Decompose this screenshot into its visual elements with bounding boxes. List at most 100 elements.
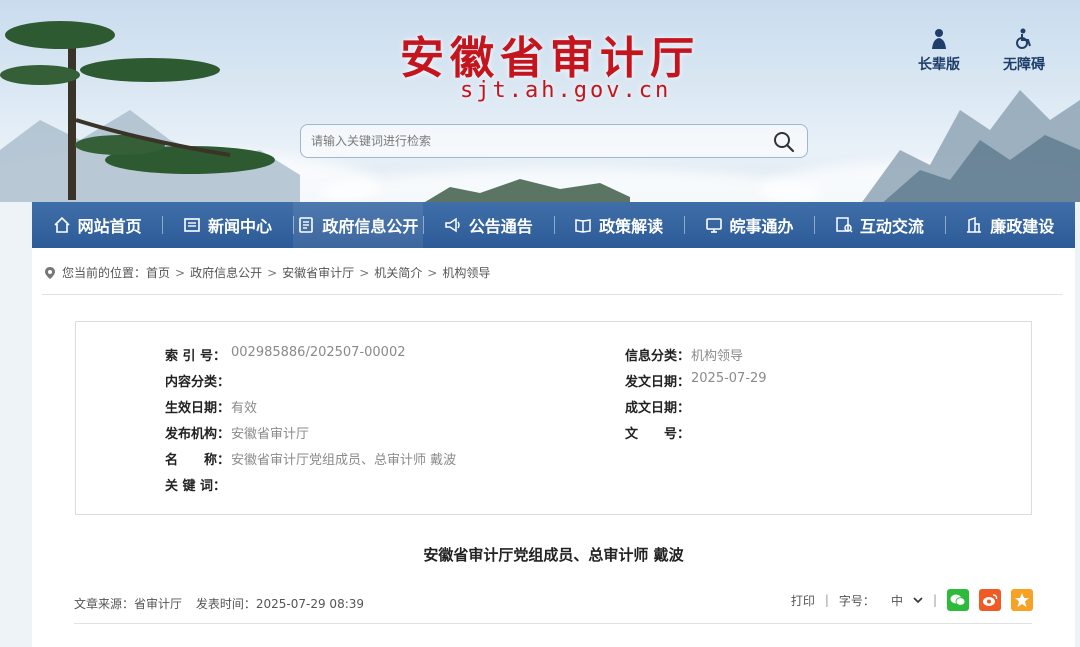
search-icon[interactable] — [773, 131, 795, 153]
breadcrumb-department[interactable]: 安徽省审计厅 — [282, 264, 354, 281]
breadcrumb-intro[interactable]: 机关简介 — [374, 264, 422, 281]
info-category-row: 信息分类： 机构领导 — [625, 345, 743, 364]
favorite-button[interactable] — [1011, 589, 1033, 611]
nav-item-services[interactable]: 皖事通办 — [683, 202, 814, 248]
publisher-value: 安徽省审计厅 — [231, 427, 310, 442]
publisher-label: 发布机构： — [165, 427, 231, 442]
article-title: 安徽省审计厅党组成员、总审计师 戴波 — [423, 546, 684, 564]
source-value: 省审计厅 — [134, 597, 183, 611]
share-wechat-button[interactable] — [947, 589, 969, 611]
nav-item-label: 新闻中心 — [208, 217, 273, 236]
nav-item-news[interactable]: 新闻中心 — [162, 202, 292, 248]
search-input[interactable] — [311, 125, 751, 157]
publisher-row: 发布机构： 安徽省审计厅 — [165, 423, 309, 442]
breadcrumb-separator: > — [427, 265, 438, 280]
megaphone-icon — [445, 217, 460, 233]
nav-item-label: 政府信息公开 — [322, 217, 419, 236]
breadcrumb-gov-info[interactable]: 政府信息公开 — [190, 264, 262, 281]
breadcrumb-home[interactable]: 首页 — [146, 264, 170, 281]
source-label: 文章来源： — [74, 597, 135, 611]
building-icon — [967, 216, 982, 233]
mountain-center-illustration — [425, 179, 630, 202]
content-category-row: 内容分类： — [165, 371, 231, 390]
divider — [74, 623, 1032, 624]
effective-date-label: 生效日期： — [165, 401, 231, 416]
effective-date-row: 生效日期： 有效 — [165, 397, 257, 416]
site-domain: sjt.ah.gov.cn — [460, 78, 672, 103]
nav-item-integrity[interactable]: 廉政建设 — [944, 202, 1075, 248]
nav-item-label: 互动交流 — [859, 217, 924, 236]
nav-item-label: 政策解读 — [599, 217, 664, 236]
wechat-icon — [950, 594, 966, 606]
time-label: 发表时间： — [195, 597, 256, 611]
breadcrumb-separator: > — [359, 265, 370, 280]
name-value: 安徽省审计厅党组成员、总审计师 戴波 — [231, 453, 457, 468]
font-size-select[interactable]: 中 — [891, 592, 923, 609]
article-meta: 文章来源：省审计厅 发表时间：2025-07-29 08:39 — [74, 595, 374, 612]
breadcrumb-leadership[interactable]: 机构领导 — [442, 264, 490, 281]
source-label-group: 文章来源：省审计厅 — [74, 597, 182, 611]
nav-item-home[interactable]: 网站首页 — [32, 202, 162, 248]
keywords-label: 关 键 词： — [165, 479, 227, 494]
nav-item-gov-info[interactable]: 政府信息公开 — [292, 202, 424, 248]
nav-item-interaction[interactable]: 互动交流 — [814, 202, 944, 248]
nav-item-notices[interactable]: 公告通告 — [423, 202, 553, 248]
location-pin-icon — [45, 266, 55, 279]
info-category-value: 机构领导 — [691, 349, 744, 364]
keywords-row: 关 键 词： — [165, 475, 231, 494]
index-number-label: 索 引 号： — [165, 349, 227, 364]
nav-item-label: 网站首页 — [77, 217, 142, 236]
book-icon — [575, 219, 591, 233]
index-number-row: 索 引 号： 002985886/202507-00002 — [165, 345, 406, 364]
main-content: 您当前的位置： 首页 > 政府信息公开 > 安徽省审计厅 > 机关简介 > 机构… — [32, 248, 1075, 647]
content-category-label: 内容分类： — [165, 375, 231, 390]
document-number-label: 文 号： — [625, 427, 691, 442]
chat-icon — [836, 217, 853, 233]
time-label-group: 发表时间：2025-07-29 08:39 — [196, 597, 364, 611]
mountain-right-illustration — [862, 90, 1080, 202]
print-button[interactable]: 打印 — [791, 592, 815, 609]
accessibility-button[interactable]: 无障碍 — [1003, 28, 1045, 74]
weibo-icon — [983, 594, 998, 606]
drafted-date-label: 成文日期： — [625, 401, 691, 416]
main-nav: 网站首页 新闻中心 政府信息公开 公告通告 政策解读 皖事通办 互动交流 廉政建… — [32, 202, 1075, 248]
font-size-label: 字号： — [838, 593, 875, 608]
nav-item-label: 皖事通办 — [729, 217, 794, 236]
divider: | — [824, 593, 829, 607]
elder-icon — [932, 29, 946, 49]
breadcrumb-separator: > — [175, 265, 186, 280]
drafted-date-row: 成文日期： — [625, 397, 691, 416]
issue-date-value: 2025-07-29 — [691, 371, 767, 386]
site-title: 安徽省审计厅 — [400, 33, 700, 84]
pine-tree-illustration — [0, 21, 300, 202]
font-size-value: 中 — [890, 593, 903, 608]
news-icon — [184, 218, 200, 232]
effective-date-value: 有效 — [231, 401, 258, 416]
accessibility-label: 无障碍 — [1003, 57, 1045, 73]
accessibility-icon — [1016, 28, 1031, 49]
nav-item-label: 公告通告 — [468, 217, 533, 236]
issue-date-label: 发文日期： — [625, 375, 691, 390]
star-icon — [1015, 593, 1029, 607]
elder-mode-label: 长辈版 — [918, 57, 960, 73]
index-number-value: 002985886/202507-00002 — [231, 345, 406, 360]
divider — [42, 294, 1063, 295]
name-row: 名 称： 安徽省审计厅党组成员、总审计师 戴波 — [165, 449, 456, 468]
nav-item-label: 廉政建设 — [990, 217, 1055, 236]
time-value: 2025-07-29 08:39 — [255, 597, 365, 611]
search-box — [300, 124, 808, 158]
header-banner: 安徽省审计厅 sjt.ah.gov.cn 长辈版 无障碍 — [0, 0, 1080, 202]
share-weibo-button[interactable] — [979, 589, 1001, 611]
nav-item-policy[interactable]: 政策解读 — [553, 202, 684, 248]
elder-mode-button[interactable]: 长辈版 — [918, 28, 960, 74]
document-icon — [299, 217, 314, 233]
home-icon — [54, 216, 70, 233]
divider: | — [932, 593, 937, 607]
chevron-down-icon — [913, 597, 923, 604]
breadcrumb-separator: > — [267, 265, 278, 280]
issue-date-row: 发文日期： 2025-07-29 — [625, 371, 767, 390]
name-label: 名 称： — [165, 453, 231, 468]
article-tools: 打印 | 字号： 中 | — [791, 589, 1033, 611]
service-icon — [705, 218, 722, 233]
info-category-label: 信息分类： — [625, 349, 691, 364]
